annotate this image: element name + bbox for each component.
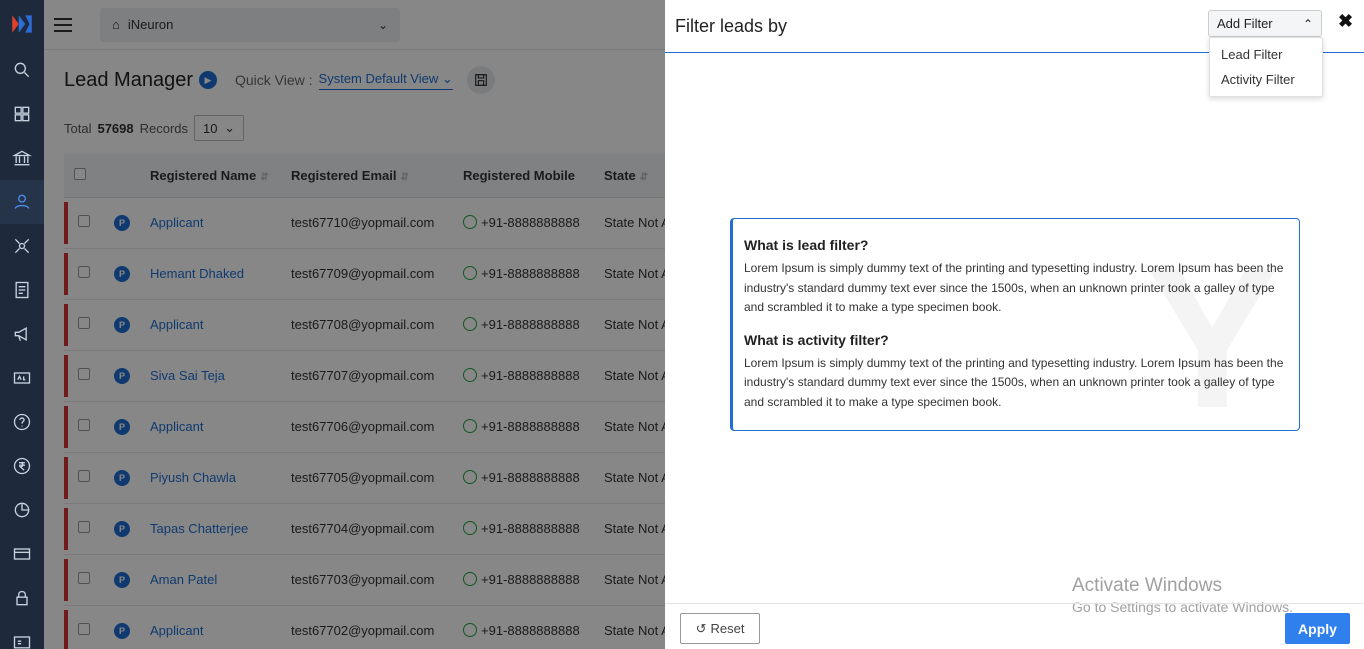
id-icon[interactable] — [0, 620, 44, 649]
rupee-icon[interactable] — [0, 444, 44, 488]
add-filter-menu: Lead Filter Activity Filter — [1209, 37, 1323, 97]
menu-item-lead-filter[interactable]: Lead Filter — [1210, 42, 1322, 67]
help-answer: Lorem Ipsum is simply dummy text of the … — [744, 261, 1284, 314]
user-icon[interactable] — [0, 180, 44, 224]
reset-label: Reset — [710, 621, 745, 636]
filter-help-box: Y What is lead filter? Lorem Ipsum is si… — [730, 218, 1300, 431]
chevron-up-icon: ⌃ — [1302, 16, 1313, 31]
help-question: What is activity filter? — [744, 331, 889, 348]
dashboard-icon[interactable] — [0, 92, 44, 136]
close-icon[interactable]: ✖ — [1338, 11, 1353, 32]
panel-footer: ↺ Reset Apply — [665, 603, 1364, 649]
activation-title: Activate Windows — [1072, 575, 1222, 596]
add-filter-label: Add Filter — [1217, 16, 1273, 31]
menu-item-activity-filter[interactable]: Activity Filter — [1210, 67, 1322, 92]
chart-icon[interactable] — [0, 488, 44, 532]
card-icon[interactable] — [0, 532, 44, 576]
form-icon[interactable] — [0, 268, 44, 312]
reset-button[interactable]: ↺ Reset — [680, 613, 760, 644]
reset-icon: ↺ — [695, 620, 707, 636]
ads-icon[interactable] — [0, 356, 44, 400]
app-logo[interactable] — [0, 0, 44, 48]
help-icon[interactable] — [0, 400, 44, 444]
modal-backdrop[interactable] — [44, 0, 709, 649]
add-filter-button[interactable]: Add Filter ⌃ — [1208, 10, 1322, 37]
institution-icon[interactable] — [0, 136, 44, 180]
filter-panel: Filter leads by Add Filter ⌃ ✖ Lead Filt… — [665, 0, 1364, 649]
network-icon[interactable] — [0, 224, 44, 268]
side-nav — [0, 0, 44, 649]
help-question: What is lead filter? — [744, 237, 869, 253]
apply-button[interactable]: Apply — [1285, 613, 1350, 644]
search-icon[interactable] — [0, 48, 44, 92]
panel-title: Filter leads by — [675, 15, 788, 36]
help-answer: Lorem Ipsum is simply dummy text of the … — [744, 355, 1284, 409]
megaphone-icon[interactable] — [0, 312, 44, 356]
lock-icon[interactable] — [0, 576, 44, 620]
